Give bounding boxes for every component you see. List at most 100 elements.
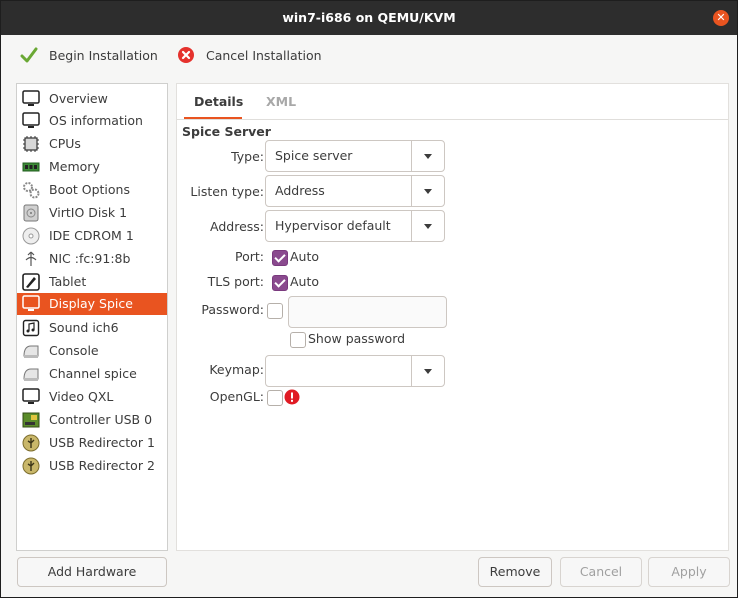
port-label: Port: <box>235 249 264 264</box>
port-auto-label: Auto <box>290 249 320 264</box>
network-icon <box>22 250 40 268</box>
listen-type-value: Address <box>275 183 325 198</box>
sidebar-item-overview[interactable]: Overview <box>17 88 167 110</box>
sidebar-item-boot-options[interactable]: Boot Options <box>17 179 167 201</box>
window-title: win7-i686 on QEMU/KVM <box>282 10 456 25</box>
keymap-select[interactable] <box>265 355 445 387</box>
display-icon <box>22 295 40 313</box>
sidebar-item-label: Controller USB 0 <box>49 412 153 427</box>
tab-xml[interactable]: XML <box>266 94 296 116</box>
toolbar: Begin Installation Cancel Installation <box>1 35 737 75</box>
sidebar-item-cpus[interactable]: CPUs <box>17 133 167 155</box>
show-password-checkbox[interactable] <box>290 332 306 348</box>
tls-auto-checkbox[interactable] <box>272 275 288 291</box>
sidebar-item-label: CPUs <box>49 136 81 151</box>
sidebar-item-controller-usb[interactable]: Controller USB 0 <box>17 409 167 431</box>
usb-icon <box>22 434 40 452</box>
monitor-icon <box>22 90 40 108</box>
sidebar-item-sound[interactable]: Sound ich6 <box>17 317 167 339</box>
address-value: Hypervisor default <box>275 218 391 233</box>
sidebar-item-label: IDE CDROM 1 <box>49 228 134 243</box>
warning-icon <box>284 389 300 405</box>
sidebar-item-virtio-disk[interactable]: VirtIO Disk 1 <box>17 202 167 224</box>
sidebar-item-label: Display Spice <box>49 296 133 311</box>
sidebar-item-label: VirtIO Disk 1 <box>49 205 128 220</box>
cancel-installation-label: Cancel Installation <box>206 47 322 63</box>
monitor-icon <box>22 388 40 406</box>
chevron-down-icon[interactable] <box>411 141 444 171</box>
disk-icon <box>22 204 40 222</box>
address-select[interactable]: Hypervisor default <box>265 210 445 242</box>
chevron-down-icon[interactable] <box>411 176 444 206</box>
sidebar-item-ide-cdrom[interactable]: IDE CDROM 1 <box>17 225 167 247</box>
sidebar-item-label: NIC :fc:91:8b <box>49 251 131 266</box>
sidebar-item-label: Console <box>49 343 99 358</box>
sidebar-item-label: Boot Options <box>49 182 130 197</box>
tls-auto-label: Auto <box>290 274 320 289</box>
console-icon <box>22 342 40 360</box>
sidebar-item-label: Channel spice <box>49 366 137 381</box>
section-title: Spice Server <box>182 124 271 139</box>
opengl-checkbox[interactable] <box>267 390 283 406</box>
type-select[interactable]: Spice server <box>265 140 445 172</box>
add-hardware-button[interactable]: Add Hardware <box>17 557 167 587</box>
controller-icon <box>22 411 40 429</box>
chevron-down-icon[interactable] <box>411 211 444 241</box>
sidebar-item-label: Sound ich6 <box>49 320 119 335</box>
tls-port-label: TLS port: <box>207 274 264 289</box>
tab-separator <box>177 119 728 120</box>
sidebar-item-label: OS information <box>49 113 143 128</box>
cancel-icon <box>176 45 196 65</box>
listen-type-label: Listen type: <box>190 184 264 199</box>
sidebar-item-label: Tablet <box>49 274 87 289</box>
begin-installation-label: Begin Installation <box>49 47 158 63</box>
app-window: win7-i686 on QEMU/KVM ✕ Begin Installati… <box>0 0 738 598</box>
sidebar-item-channel-spice[interactable]: Channel spice <box>17 363 167 385</box>
sidebar-item-os-information[interactable]: OS information <box>17 110 167 132</box>
sidebar-item-label: Overview <box>49 91 108 106</box>
usb-icon <box>22 457 40 475</box>
gears-icon <box>22 181 40 199</box>
chevron-down-icon[interactable] <box>411 356 444 386</box>
checkmark-icon <box>19 45 39 65</box>
tab-details[interactable]: Details <box>194 94 243 116</box>
port-auto-checkbox[interactable] <box>272 250 288 266</box>
sidebar-item-label: USB Redirector 1 <box>49 435 155 450</box>
sidebar-item-label: Video QXL <box>49 389 114 404</box>
channel-icon <box>22 365 40 383</box>
keymap-label: Keymap: <box>209 362 264 377</box>
details-panel: Details XML Spice Server Type: Spice ser… <box>176 83 729 551</box>
remove-button[interactable]: Remove <box>478 557 552 587</box>
tablet-icon <box>22 273 40 291</box>
password-field[interactable] <box>288 296 447 328</box>
cancel-installation-button[interactable]: Cancel Installation <box>176 43 322 67</box>
sidebar-item-label: Memory <box>49 159 100 174</box>
opengl-label: OpenGL: <box>209 389 264 404</box>
sidebar-item-nic[interactable]: NIC :fc:91:8b <box>17 248 167 270</box>
type-value: Spice server <box>275 148 353 163</box>
type-label: Type: <box>231 149 264 164</box>
password-label: Password: <box>201 302 264 317</box>
cancel-button[interactable]: Cancel <box>560 557 642 587</box>
memory-icon <box>22 158 40 176</box>
sidebar-item-label: USB Redirector 2 <box>49 458 155 473</box>
begin-installation-button[interactable]: Begin Installation <box>19 43 158 67</box>
monitor-icon <box>22 112 40 130</box>
password-checkbox[interactable] <box>267 303 283 319</box>
cdrom-icon <box>22 227 40 245</box>
title-bar[interactable]: win7-i686 on QEMU/KVM ✕ <box>1 1 737 35</box>
close-icon[interactable]: ✕ <box>713 10 729 26</box>
apply-button[interactable]: Apply <box>648 557 730 587</box>
hardware-list: Overview OS information CPUs Memory Boot… <box>16 83 168 551</box>
address-label: Address: <box>210 219 264 234</box>
sidebar-item-console[interactable]: Console <box>17 340 167 362</box>
sidebar-item-display-spice[interactable]: Display Spice <box>17 293 167 315</box>
sidebar-item-tablet[interactable]: Tablet <box>17 271 167 293</box>
show-password-label: Show password <box>308 331 406 346</box>
sidebar-item-video-qxl[interactable]: Video QXL <box>17 386 167 408</box>
sidebar-item-usb-redirector-2[interactable]: USB Redirector 2 <box>17 455 167 477</box>
sidebar-item-usb-redirector-1[interactable]: USB Redirector 1 <box>17 432 167 454</box>
listen-type-select[interactable]: Address <box>265 175 445 207</box>
sidebar-item-memory[interactable]: Memory <box>17 156 167 178</box>
sound-icon <box>22 319 40 337</box>
